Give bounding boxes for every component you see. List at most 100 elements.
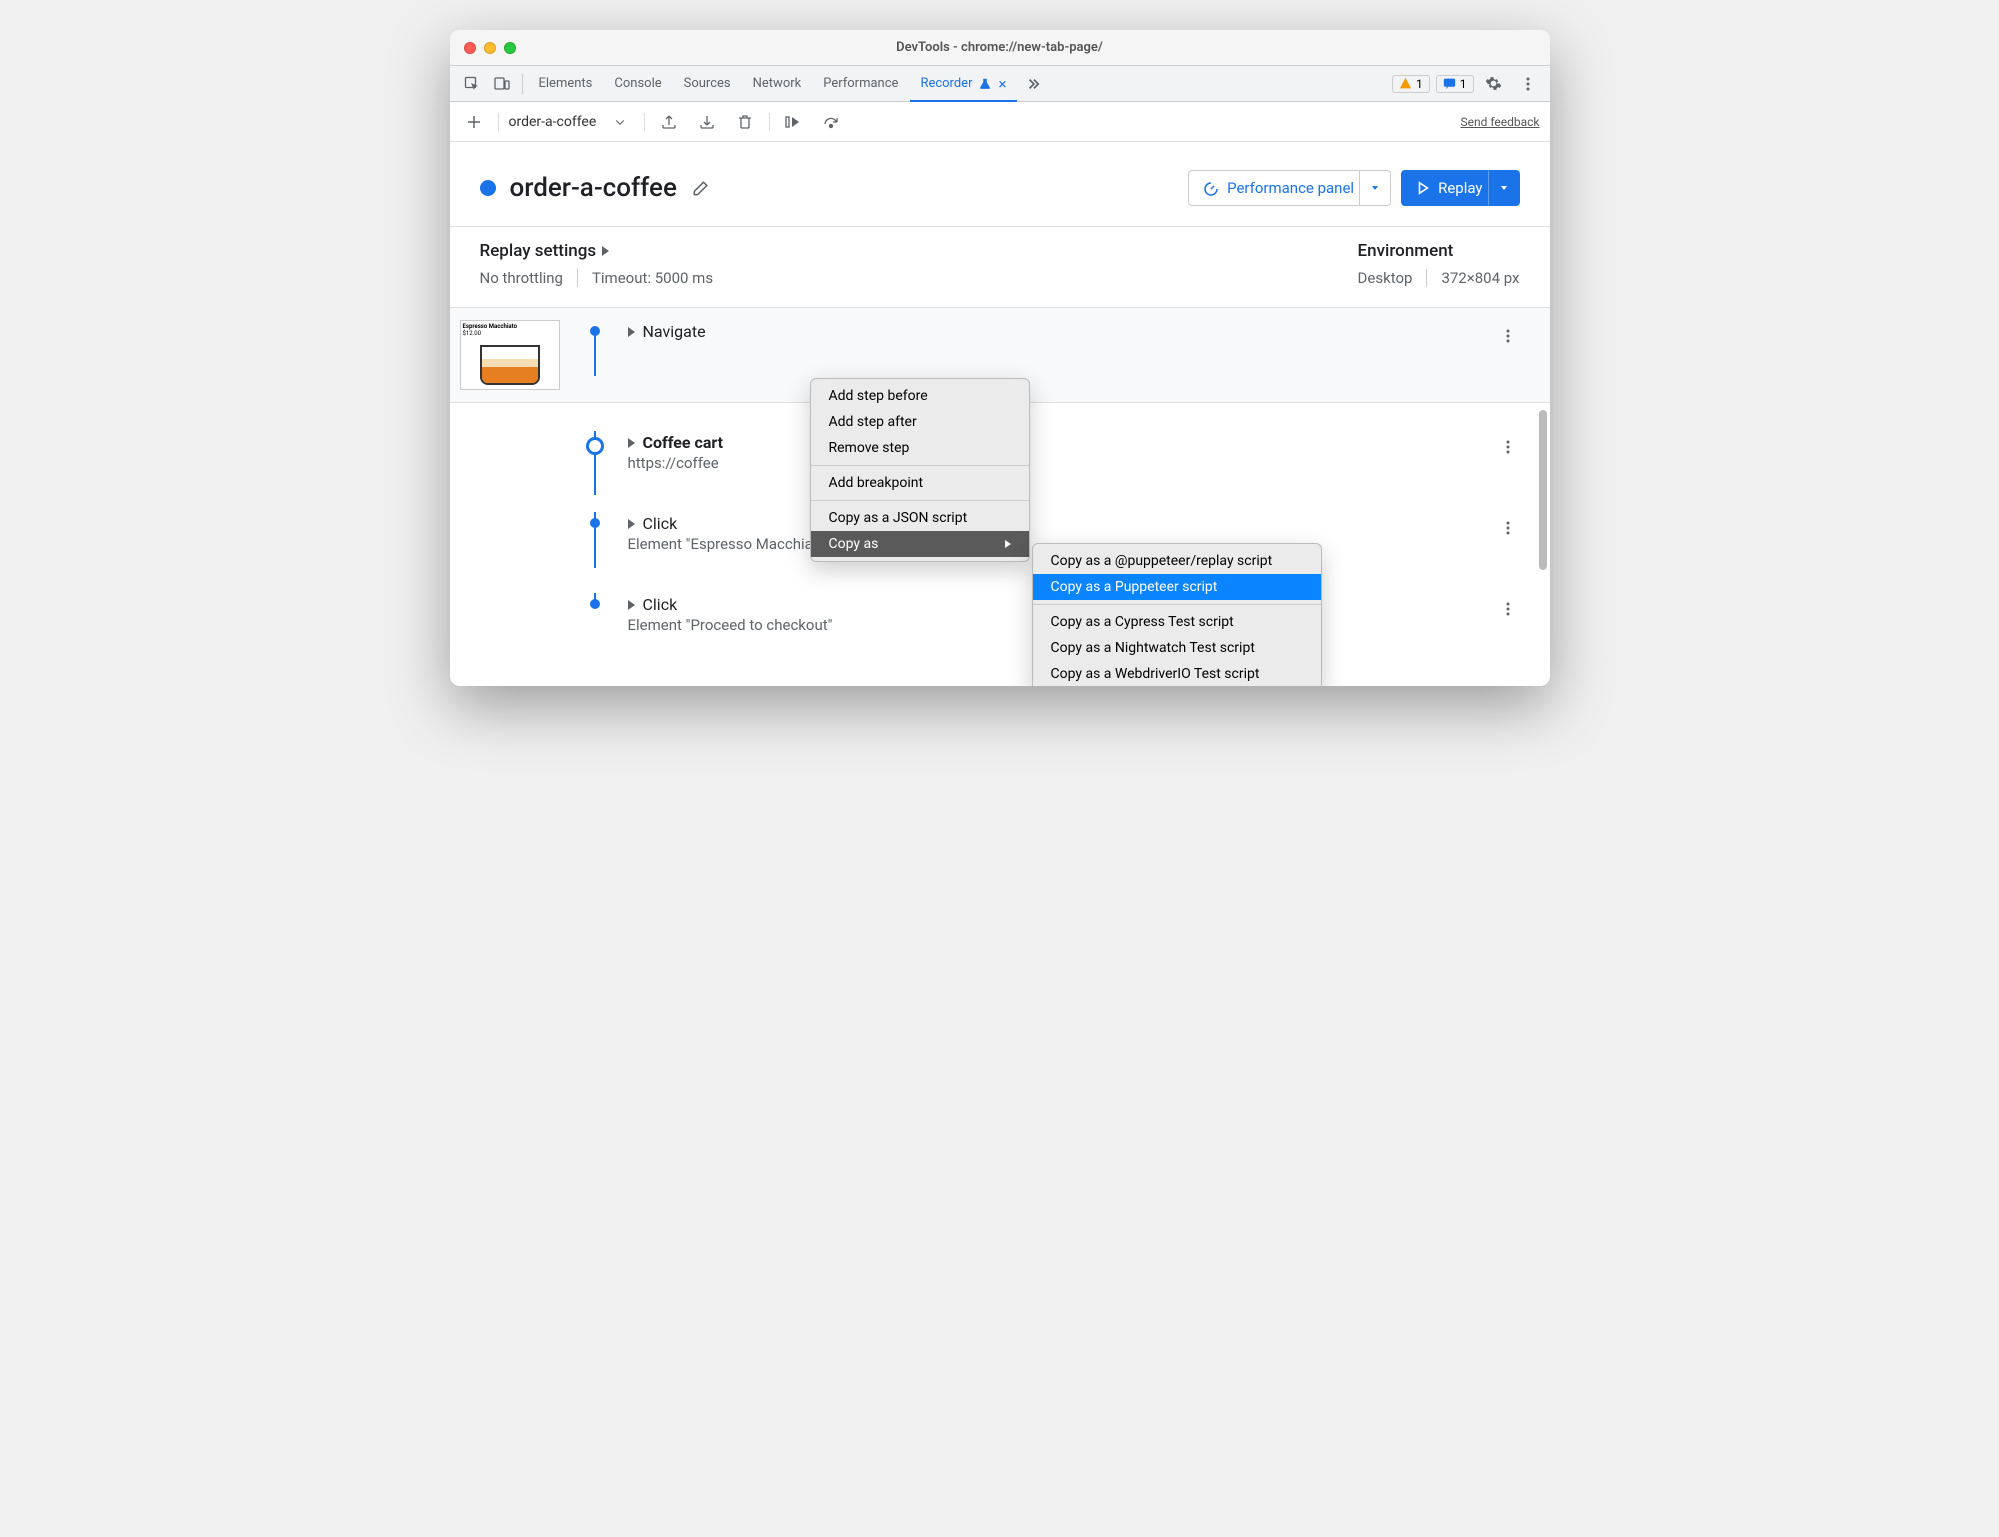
submenu-arrow-icon [1005, 540, 1011, 548]
more-tabs-icon[interactable] [1019, 70, 1047, 98]
close-tab-icon[interactable]: × [998, 75, 1006, 93]
tab-label: Console [614, 76, 661, 91]
menu-remove-step[interactable]: Remove step [811, 435, 1029, 461]
tab-console[interactable]: Console [604, 66, 671, 102]
copy-as-submenu: Copy as a @puppeteer/replay script Copy … [1032, 543, 1322, 686]
messages-badge[interactable]: 1 [1436, 75, 1474, 93]
thumb-title: Espresso Macchiato [463, 323, 557, 330]
environment-label: Environment [1358, 241, 1520, 261]
menu-copy-puppeteer[interactable]: Copy as a Puppeteer script [1033, 574, 1321, 600]
step-thumbnail: Espresso Macchiato $12.00 [460, 320, 560, 390]
button-label: Performance panel [1227, 179, 1354, 197]
edit-title-icon[interactable] [691, 178, 711, 198]
recording-title: order-a-coffee [510, 173, 677, 203]
replay-dropdown[interactable] [1488, 170, 1520, 206]
recorder-toolbar: order-a-coffee Send feedback [450, 102, 1550, 142]
menu-add-breakpoint[interactable]: Add breakpoint [811, 470, 1029, 496]
menu-label: Add step before [829, 388, 928, 404]
menu-label: Copy as a Cypress Test script [1051, 614, 1234, 630]
menu-label: Copy as a JSON script [829, 510, 968, 526]
caret-right-icon [628, 519, 635, 529]
tab-label: Network [753, 76, 802, 91]
timeout-value: Timeout: 5000 ms [577, 269, 713, 287]
menu-divider [811, 465, 1029, 466]
tab-sources[interactable]: Sources [674, 66, 741, 102]
badge-count: 1 [1416, 77, 1423, 91]
inspect-element-icon[interactable] [458, 70, 486, 98]
step-label: Coffee cart [643, 433, 724, 452]
divider [644, 113, 645, 131]
menu-add-step-before[interactable]: Add step before [811, 383, 1029, 409]
export-icon[interactable] [655, 108, 683, 136]
step-kebab-icon[interactable] [1496, 516, 1520, 540]
devtools-tabbar: Elements Console Sources Network Perform… [450, 66, 1550, 102]
divider [498, 113, 499, 131]
step-click-checkout[interactable]: Click Element "Proceed to checkout" [450, 565, 1550, 646]
caret-right-icon [628, 438, 635, 448]
menu-add-step-after[interactable]: Add step after [811, 409, 1029, 435]
add-recording-icon[interactable] [460, 108, 488, 136]
menu-copy-as[interactable]: Copy as [811, 531, 1029, 557]
device-toolbar-icon[interactable] [488, 70, 516, 98]
timeline-node [590, 518, 600, 528]
menu-copy-webdriverio[interactable]: Copy as a WebdriverIO Test script [1033, 661, 1321, 686]
divider [769, 113, 770, 131]
menu-divider [1033, 604, 1321, 605]
tab-label: Performance [823, 76, 898, 91]
step-kebab-icon[interactable] [1496, 597, 1520, 621]
menu-label: Copy as a Puppeteer script [1051, 579, 1218, 595]
devtools-window: DevTools - chrome://new-tab-page/ Elemen… [450, 30, 1550, 686]
warnings-badge[interactable]: 1 [1392, 75, 1430, 93]
kebab-menu-icon[interactable] [1514, 70, 1542, 98]
recording-header: order-a-coffee Performance panel Replay [450, 142, 1550, 227]
timeline-node [590, 326, 600, 336]
step-label: Click [643, 595, 678, 614]
window-title: DevTools - chrome://new-tab-page/ [450, 40, 1550, 55]
timeline-node-current [586, 437, 604, 455]
menu-label: Remove step [829, 440, 910, 456]
tab-network[interactable]: Network [743, 66, 812, 102]
menu-copy-puppeteer-replay[interactable]: Copy as a @puppeteer/replay script [1033, 548, 1321, 574]
replay-button[interactable]: Replay [1401, 170, 1497, 206]
tab-elements[interactable]: Elements [529, 66, 603, 102]
import-icon[interactable] [693, 108, 721, 136]
chevron-down-icon[interactable] [606, 108, 634, 136]
settings-label: Replay settings [480, 241, 597, 261]
badge-count: 1 [1460, 77, 1467, 91]
step-icon[interactable] [780, 108, 808, 136]
step-label: Navigate [643, 322, 706, 341]
recording-select-label: order-a-coffee [509, 114, 597, 130]
send-feedback-link[interactable]: Send feedback [1460, 115, 1539, 129]
tab-label: Elements [539, 76, 593, 91]
thumb-price: $12.00 [463, 330, 557, 337]
step-over-icon[interactable] [818, 108, 846, 136]
menu-label: Copy as a WebdriverIO Test script [1051, 666, 1260, 682]
menu-copy-cypress[interactable]: Copy as a Cypress Test script [1033, 609, 1321, 635]
menu-divider [811, 500, 1029, 501]
caret-right-icon [628, 600, 635, 610]
step-kebab-icon[interactable] [1496, 324, 1520, 348]
button-label: Replay [1438, 179, 1482, 197]
tab-recorder[interactable]: Recorder × [910, 66, 1016, 102]
scrollbar[interactable] [1539, 410, 1547, 570]
tab-performance[interactable]: Performance [813, 66, 908, 102]
menu-label: Copy as a @puppeteer/replay script [1051, 553, 1273, 569]
throttling-value: No throttling [480, 269, 563, 287]
delete-icon[interactable] [731, 108, 759, 136]
replay-settings-toggle[interactable]: Replay settings [480, 241, 714, 261]
tab-label: Recorder [920, 76, 972, 91]
menu-label: Copy as [829, 536, 879, 552]
menu-copy-nightwatch[interactable]: Copy as a Nightwatch Test script [1033, 635, 1321, 661]
dimensions-value: 372×804 px [1426, 269, 1519, 287]
menu-copy-json[interactable]: Copy as a JSON script [811, 505, 1029, 531]
titlebar: DevTools - chrome://new-tab-page/ [450, 30, 1550, 66]
divider [522, 74, 523, 94]
performance-panel-dropdown[interactable] [1359, 170, 1391, 206]
menu-label: Copy as a Nightwatch Test script [1051, 640, 1255, 656]
performance-panel-button[interactable]: Performance panel [1188, 170, 1369, 206]
recording-status-dot [480, 180, 496, 196]
step-kebab-icon[interactable] [1496, 435, 1520, 459]
settings-gear-icon[interactable] [1480, 70, 1508, 98]
tab-label: Sources [684, 76, 731, 91]
settings-row: Replay settings No throttling Timeout: 5… [450, 227, 1550, 307]
